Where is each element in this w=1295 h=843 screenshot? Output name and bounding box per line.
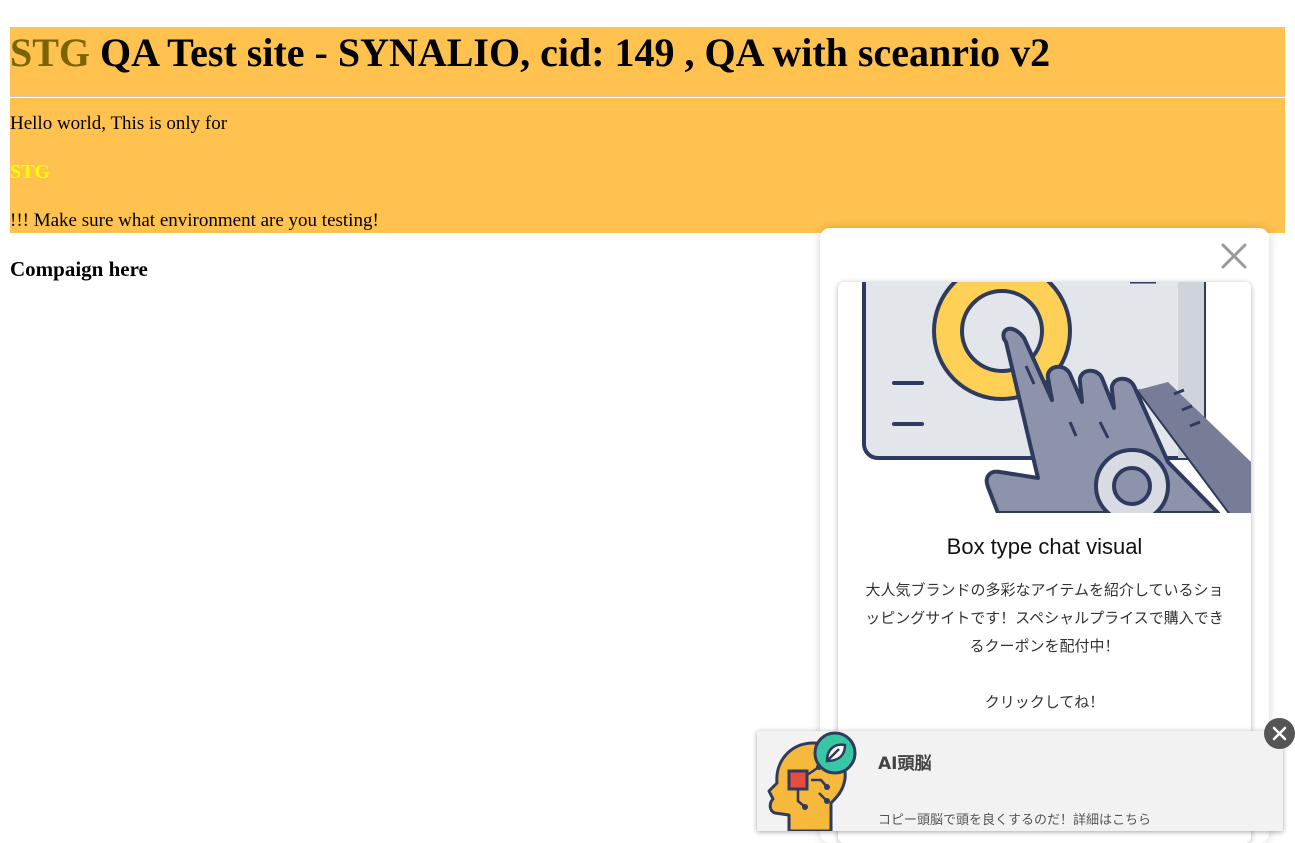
title-text: QA Test site - SYNALIO, cid: 149 , QA wi…: [90, 30, 1051, 75]
card-description: 大人気ブランドの多彩なアイテムを紹介しているショッピングサイトです！スペシャルプ…: [865, 581, 1224, 711]
divider: [10, 96, 1285, 98]
env-label: STG: [10, 30, 91, 75]
mini-chat-banner[interactable]: AI頭脳 コピー頭脳で頭を良くするのだ！詳細はこちら: [757, 731, 1283, 831]
campaign-heading: Compaign here: [10, 257, 148, 281]
warning-text: !!! Make sure what environment are you t…: [10, 210, 379, 231]
mini-chat-text: コピー頭脳で頭を良くするのだ！詳細はこちら: [878, 813, 1152, 828]
page-title: STG QA Test site - SYNALIO, cid: 149 , Q…: [10, 27, 1050, 77]
env-banner: STG QA Test site - SYNALIO, cid: 149 , Q…: [10, 27, 1285, 233]
tap-hand-illustration: [862, 282, 1251, 513]
env-highlight: STG: [10, 161, 51, 183]
close-circle-icon[interactable]: [1264, 718, 1295, 749]
hello-text: Hello world, This is only for: [10, 113, 228, 134]
ai-brain-icon: [767, 731, 857, 831]
mini-chat-title: AI頭脳: [878, 754, 932, 774]
close-icon[interactable]: [1218, 240, 1250, 272]
card-title: Box type chat visual: [946, 534, 1143, 559]
